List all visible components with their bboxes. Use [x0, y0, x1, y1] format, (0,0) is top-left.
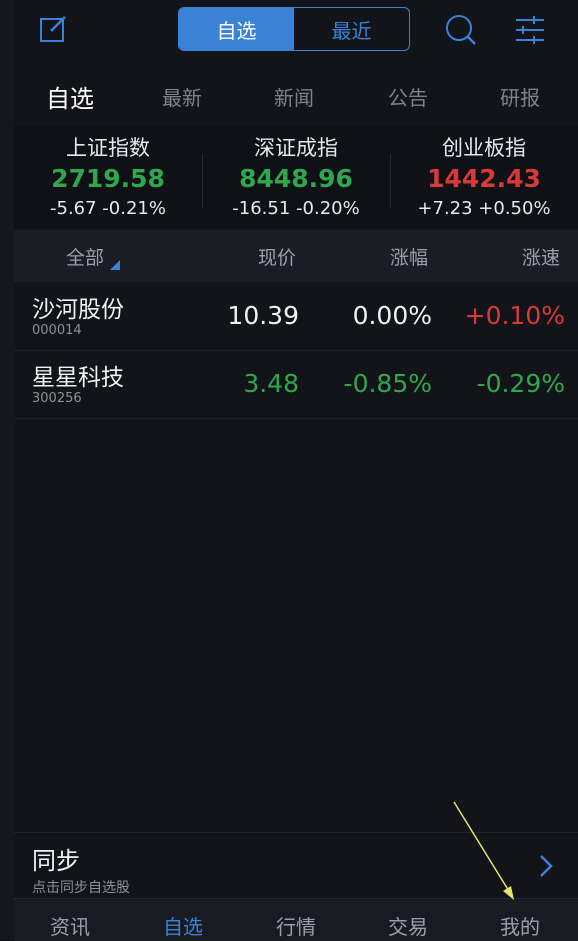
- index-shenzhen[interactable]: 深证成指 8448.96 -16.51 -0.20%: [202, 126, 390, 228]
- sync-watchlist-bar[interactable]: 同步 点击同步自选股: [14, 832, 578, 899]
- tab-latest[interactable]: 最新: [162, 82, 202, 111]
- index-change: +7.23 +0.50%: [417, 198, 551, 219]
- stock-row[interactable]: 沙河股份 000014 10.39 0.00% +0.10%: [14, 284, 578, 351]
- index-value: 2719.58: [51, 164, 165, 193]
- tab-announcements[interactable]: 公告: [388, 82, 428, 111]
- segment-recent[interactable]: 最近: [294, 8, 409, 50]
- sort-triangle-icon: [110, 260, 121, 270]
- chevron-right-icon: [540, 855, 553, 877]
- column-all[interactable]: 全部: [66, 243, 121, 270]
- stock-price: 3.48: [243, 369, 299, 398]
- background-window-edge: [0, 0, 15, 940]
- tab-news[interactable]: 新闻: [274, 82, 314, 111]
- search-icon[interactable]: [440, 10, 480, 50]
- stock-change: 0.00%: [352, 301, 432, 330]
- sync-subtitle: 点击同步自选股: [32, 880, 130, 896]
- stock-price: 10.39: [227, 301, 299, 330]
- settings-sliders-icon[interactable]: [510, 10, 550, 50]
- stock-name: 星星科技: [32, 365, 124, 391]
- bottom-nav: 资讯 自选 行情 交易 我的: [14, 898, 578, 941]
- top-bar: 自选 最近: [14, 0, 578, 62]
- column-price[interactable]: 现价: [258, 243, 296, 270]
- index-value: 1442.43: [427, 164, 541, 193]
- nav-mine[interactable]: 我的: [480, 911, 560, 940]
- index-chinext[interactable]: 创业板指 1442.43 +7.23 +0.50%: [390, 126, 578, 228]
- index-change: -16.51 -0.20%: [232, 198, 360, 219]
- nav-market[interactable]: 行情: [256, 911, 336, 940]
- index-name: 创业板指: [442, 136, 526, 160]
- watchlist-segment-control: 自选 最近: [178, 7, 410, 51]
- segment-watchlist[interactable]: 自选: [179, 8, 294, 50]
- index-name: 上证指数: [66, 136, 150, 160]
- index-value: 8448.96: [239, 164, 353, 193]
- stock-code: 300256: [32, 391, 82, 406]
- tab-watchlist[interactable]: 自选: [46, 79, 94, 114]
- stock-code: 000014: [32, 323, 82, 338]
- stock-speed: -0.29%: [476, 369, 565, 398]
- nav-trade[interactable]: 交易: [368, 911, 448, 940]
- market-indices: 上证指数 2719.58 -5.67 -0.21% 深证成指 8448.96 -…: [14, 126, 578, 228]
- stock-change: -0.85%: [343, 369, 432, 398]
- tab-research[interactable]: 研报: [500, 82, 540, 111]
- column-change[interactable]: 涨幅: [390, 243, 428, 270]
- watchlist-screen: 自选 最近 自选 最新 新闻 公告 研报 上证指数 2719.58 -5.67 …: [14, 0, 578, 941]
- stock-speed: +0.10%: [464, 301, 565, 330]
- index-change: -5.67 -0.21%: [50, 198, 166, 219]
- stock-row[interactable]: 星星科技 300256 3.48 -0.85% -0.29%: [14, 352, 578, 419]
- stock-name: 沙河股份: [32, 297, 124, 323]
- nav-news[interactable]: 资讯: [30, 911, 110, 940]
- category-tabs: 自选 最新 新闻 公告 研报: [14, 66, 578, 126]
- index-name: 深证成指: [254, 136, 338, 160]
- sync-title: 同步: [32, 847, 80, 875]
- edit-icon[interactable]: [34, 10, 74, 50]
- nav-watchlist[interactable]: 自选: [143, 911, 223, 940]
- column-header: 全部 现价 涨幅 涨速: [14, 230, 578, 282]
- column-speed[interactable]: 涨速: [522, 243, 560, 270]
- column-all-label: 全部: [66, 247, 105, 269]
- index-shanghai[interactable]: 上证指数 2719.58 -5.67 -0.21%: [14, 126, 202, 228]
